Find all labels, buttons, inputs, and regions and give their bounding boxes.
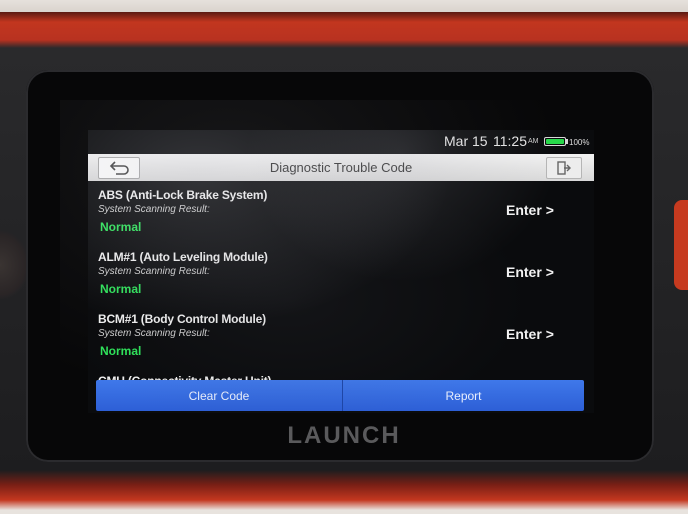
chevron-right-icon: > <box>545 264 554 280</box>
battery-cap <box>566 139 568 144</box>
chevron-right-icon: > <box>545 202 554 218</box>
module-item-abs[interactable]: ABS (Anti-Lock Brake System) System Scan… <box>88 182 594 244</box>
status-ampm: AM <box>528 138 539 145</box>
status-date: Mar 15 <box>444 133 488 149</box>
device-side-grip <box>674 200 688 290</box>
enter-label: Enter <box>506 264 542 280</box>
module-item-alm[interactable]: ALM#1 (Auto Leveling Module) System Scan… <box>88 244 594 306</box>
exit-door-icon <box>557 161 571 175</box>
page-title: Diagnostic Trouble Code <box>269 160 413 175</box>
status-time: 11:25 <box>493 133 527 149</box>
battery-icon <box>544 137 566 146</box>
enter-button[interactable]: Enter > <box>506 326 554 342</box>
enter-label: Enter <box>506 326 542 342</box>
module-status: Normal <box>100 220 142 234</box>
device-screen: Mar 15 11:25 AM 100% Diagnostic Trouble … <box>88 130 594 413</box>
brand-logo: LAUNCH <box>287 422 401 449</box>
module-name: BCM#1 (Body Control Module) <box>98 312 266 326</box>
report-button[interactable]: Report <box>343 380 584 411</box>
module-list: ABS (Anti-Lock Brake System) System Scan… <box>88 182 594 382</box>
battery-level-fill <box>546 139 564 144</box>
exit-button[interactable] <box>546 157 582 179</box>
enter-label: Enter <box>506 202 542 218</box>
enter-button[interactable]: Enter > <box>506 202 554 218</box>
battery-percent: 100% <box>569 138 590 147</box>
chevron-right-icon: > <box>545 326 554 342</box>
module-status: Normal <box>100 282 142 296</box>
module-name: ALM#1 (Auto Leveling Module) <box>98 250 268 264</box>
title-bar: Diagnostic Trouble Code <box>88 154 594 181</box>
status-bar: Mar 15 11:25 AM 100% <box>88 130 594 152</box>
enter-button[interactable]: Enter > <box>506 264 554 280</box>
module-status: Normal <box>100 344 142 358</box>
module-name: ABS (Anti-Lock Brake System) <box>98 188 268 202</box>
bottom-action-bar: Clear Code Report <box>96 380 584 411</box>
module-result-label: System Scanning Result: <box>98 204 210 215</box>
module-item-bcm[interactable]: BCM#1 (Body Control Module) System Scann… <box>88 306 594 368</box>
clear-code-button[interactable]: Clear Code <box>96 380 343 411</box>
module-result-label: System Scanning Result: <box>98 328 210 339</box>
module-result-label: System Scanning Result: <box>98 266 210 277</box>
